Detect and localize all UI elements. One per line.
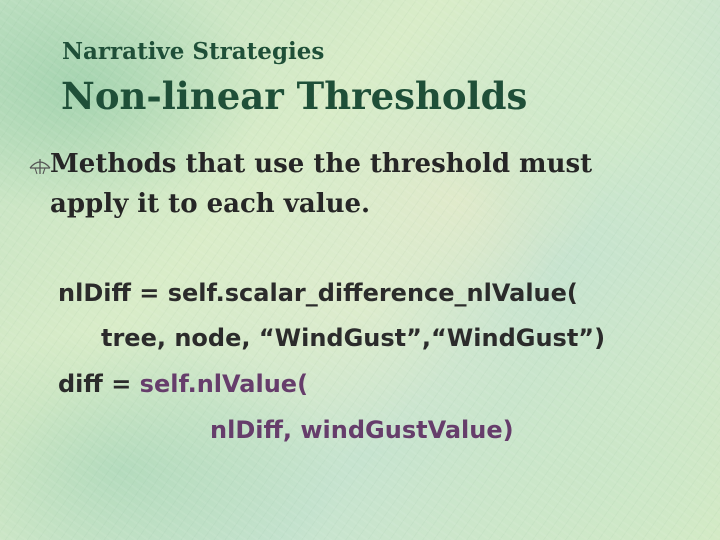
bullet-text: Methods that use the threshold must appl… <box>50 149 593 219</box>
code-line-4: nlDiff, windGustValue) <box>210 416 514 444</box>
code-line-3: diff = self.nlValue( <box>58 369 308 399</box>
bullet-item: Methods that use the threshold must appl… <box>28 144 708 224</box>
code-line-2: tree, node, “WindGust”,“WindGust”) <box>101 324 606 352</box>
slide-subtitle: Narrative Strategies <box>62 38 325 65</box>
slide-title: Non-linear Thresholds <box>61 74 528 118</box>
code-line-1: nlDiff = self.scalar_difference_nlValue( <box>58 279 578 307</box>
code-nlvalue-call: self.nlValue( <box>139 370 309 398</box>
pen-nib-icon <box>28 155 52 175</box>
code-assign-prefix: diff = <box>58 370 140 398</box>
